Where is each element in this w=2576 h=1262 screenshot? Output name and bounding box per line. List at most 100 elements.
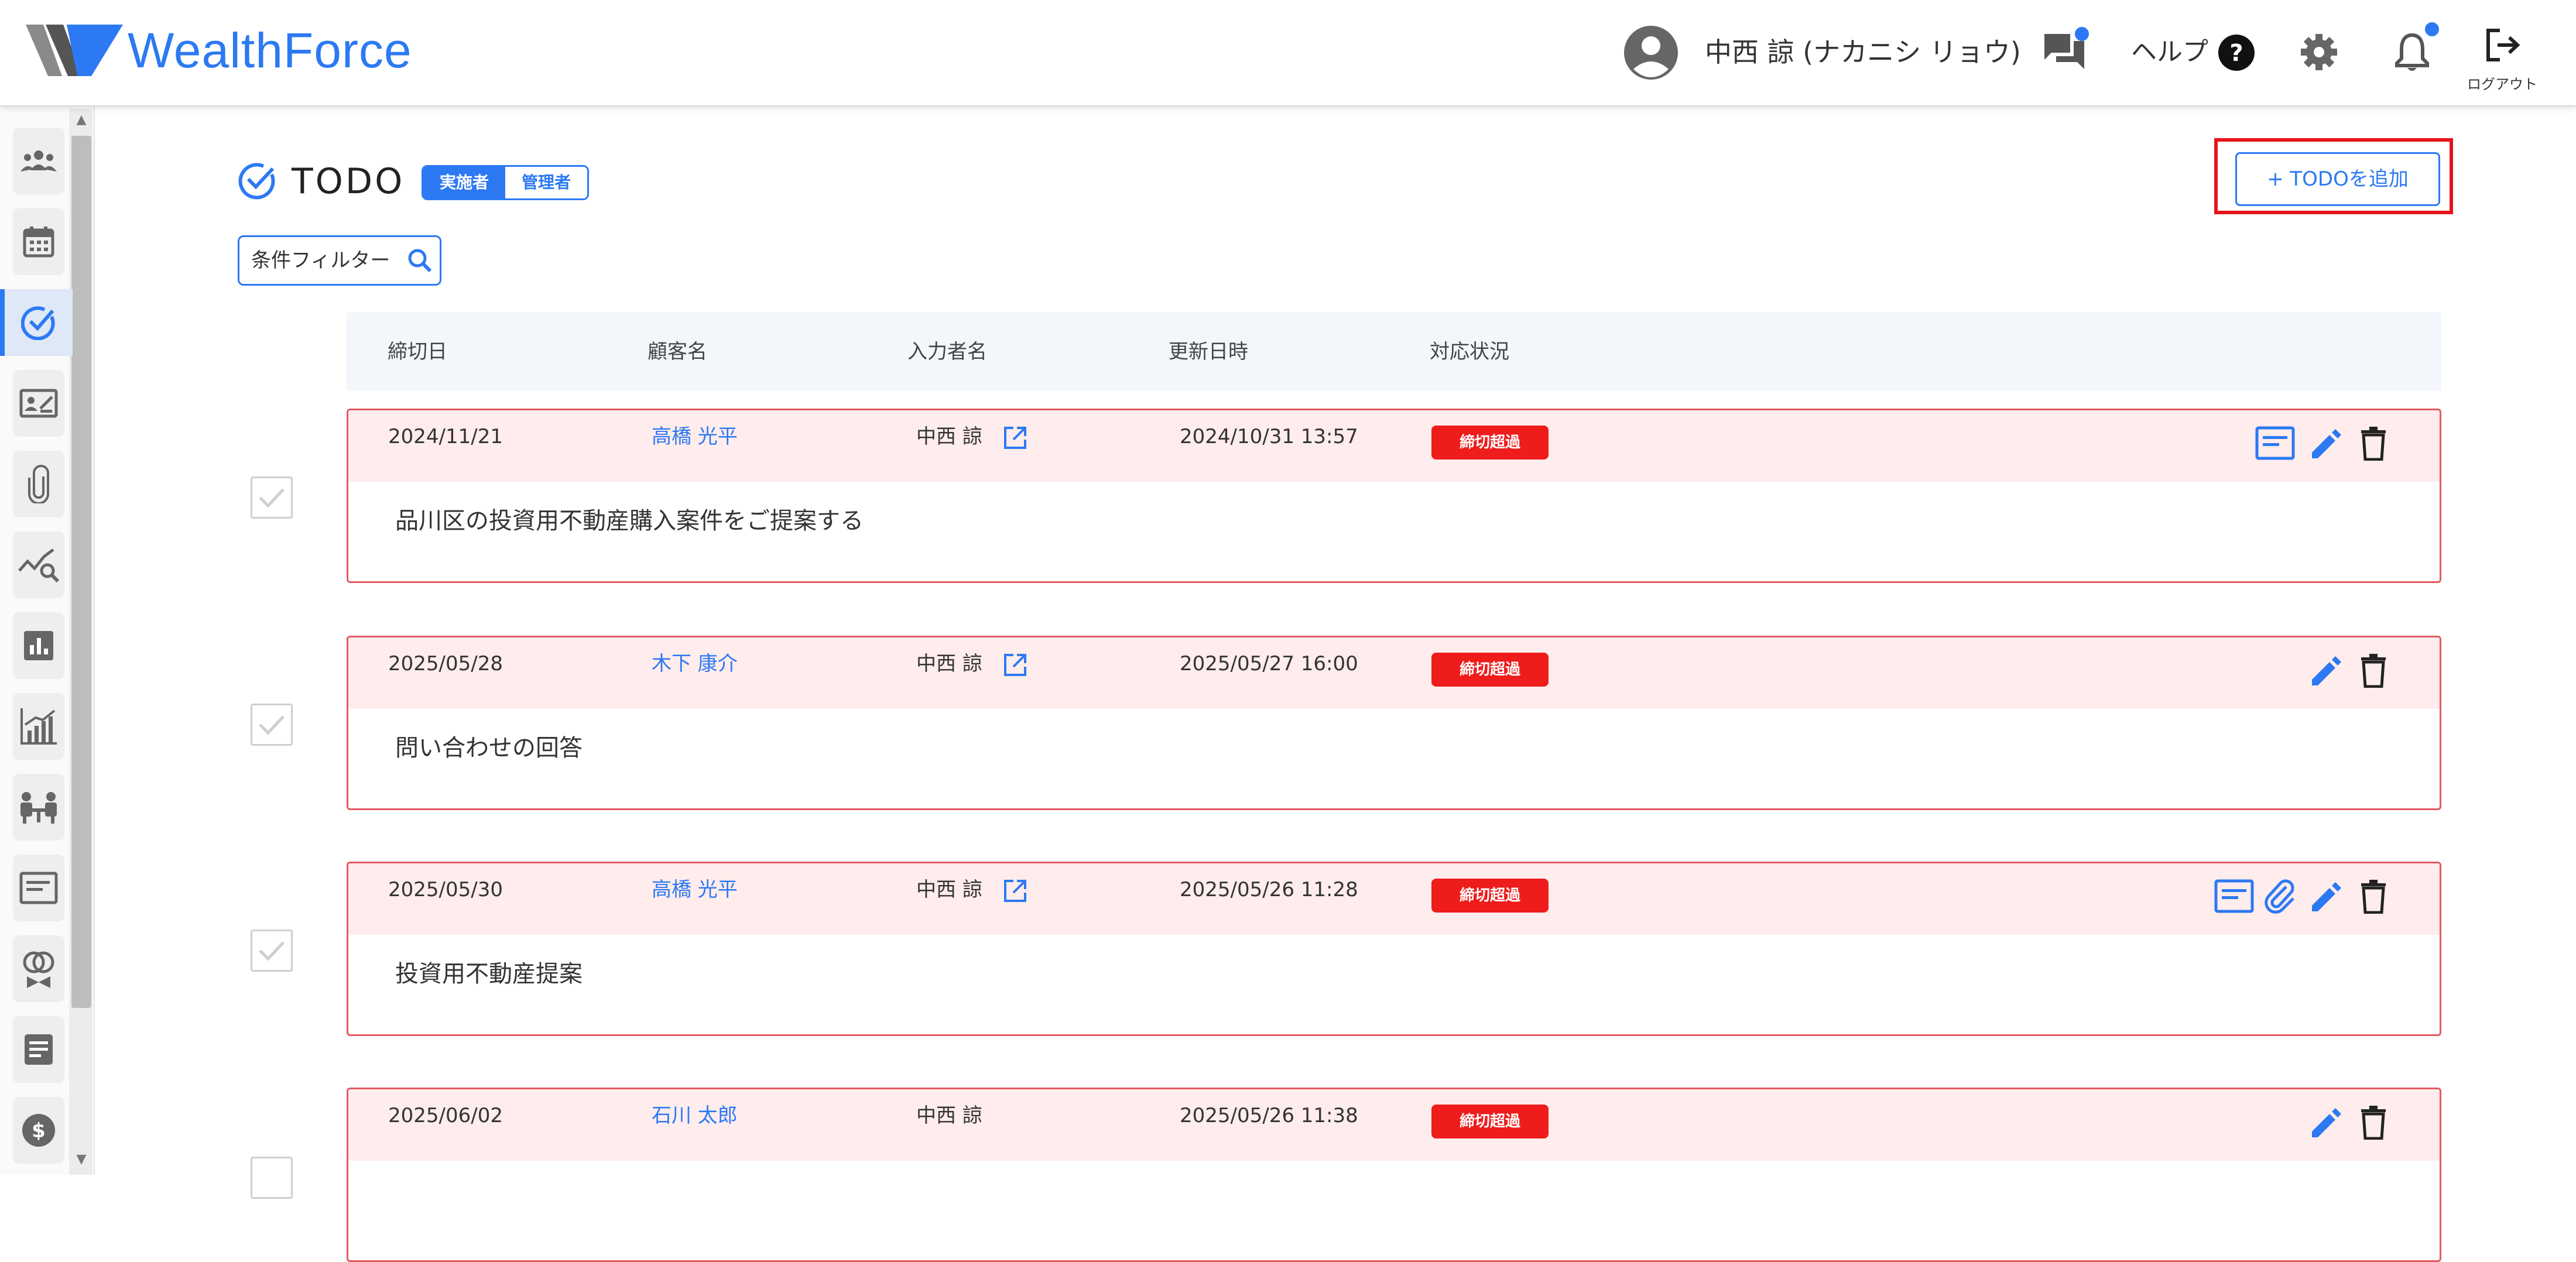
edit-pencil-icon[interactable] <box>2307 879 2342 914</box>
external-link-icon[interactable] <box>1003 879 1027 903</box>
wealthforce-logo-icon[interactable] <box>26 22 123 78</box>
sidebar-item-attachments[interactable] <box>13 451 64 517</box>
delete-trash-icon[interactable] <box>2358 426 2389 461</box>
entered-by: 中西 諒 <box>916 878 982 901</box>
edit-pencil-icon[interactable] <box>2307 1105 2342 1140</box>
sidebar-item-notes[interactable] <box>13 1016 64 1083</box>
sidebar-item-insurance[interactable] <box>13 935 64 1002</box>
external-link-icon[interactable] <box>1003 426 1027 450</box>
delete-trash-icon[interactable] <box>2358 879 2389 914</box>
due-date: 2025/05/28 <box>388 652 503 675</box>
table-header: 締切日 顧客名 入力者名 更新日時 対応状況 <box>347 313 2441 391</box>
column-due-date[interactable]: 締切日 <box>388 313 447 391</box>
todo-card[interactable]: 2025/06/02 石川 太郎 中西 諒 2025/05/26 11:38 締… <box>347 1088 2441 1262</box>
todo-card[interactable]: 2025/05/30 高橋 光平 中西 諒 2025/05/26 11:28 締… <box>347 862 2441 1036</box>
customer-link[interactable]: 木下 康介 <box>652 637 738 690</box>
check-icon <box>259 488 285 508</box>
sidebar-item-meetings[interactable] <box>13 774 64 841</box>
check-icon <box>259 715 285 735</box>
column-customer[interactable]: 顧客名 <box>648 313 707 391</box>
memo-icon[interactable] <box>2214 879 2255 914</box>
help-label[interactable]: ヘルプ <box>2131 32 2208 73</box>
growth-chart-icon <box>20 708 57 745</box>
status-badge: 締切超過 <box>1431 1105 1549 1138</box>
memo-icon[interactable] <box>2255 426 2296 461</box>
customer-link[interactable]: 石川 太郎 <box>652 1089 738 1142</box>
condition-filter-button[interactable]: 条件フィルター <box>238 235 441 286</box>
gear-icon[interactable] <box>2300 33 2338 71</box>
sidebar-item-documents[interactable] <box>13 855 64 921</box>
user-name[interactable]: 中西 諒 (ナカニシ リョウ) <box>1705 32 2021 73</box>
todo-card-header: 2024/11/21 高橋 光平 中西 諒 2024/10/31 13:57 締… <box>348 410 2440 482</box>
sidebar-item-growth[interactable] <box>13 693 64 760</box>
sidebar-item-analysis[interactable] <box>13 531 64 598</box>
todo-complete-checkbox[interactable] <box>251 476 293 519</box>
column-status[interactable]: 対応状況 <box>1430 313 1509 391</box>
help-icon[interactable]: ? <box>2218 34 2255 71</box>
edit-pencil-icon[interactable] <box>2307 653 2342 688</box>
bar-report-icon <box>24 631 53 660</box>
todo-card-header: 2025/05/28 木下 康介 中西 諒 2025/05/27 16:00 締… <box>348 637 2440 709</box>
add-todo-button[interactable]: + TODOを追加 <box>2235 152 2440 206</box>
todo-complete-checkbox[interactable] <box>251 930 293 972</box>
chat-notification-dot <box>2075 27 2089 41</box>
entered-by: 中西 諒 <box>916 425 982 448</box>
todo-complete-checkbox[interactable] <box>251 704 293 746</box>
due-date: 2025/06/02 <box>388 1104 503 1127</box>
entered-by: 中西 諒 <box>916 652 982 675</box>
todo-body: 問い合わせの回答 <box>395 735 583 762</box>
column-updated[interactable]: 更新日時 <box>1169 313 1248 391</box>
todo-card[interactable]: 2025/05/28 木下 康介 中西 諒 2025/05/27 16:00 締… <box>347 636 2441 810</box>
column-entered-by[interactable]: 入力者名 <box>907 313 987 391</box>
meeting-icon <box>20 792 57 824</box>
edit-pencil-icon[interactable] <box>2307 426 2342 461</box>
app-logo-text[interactable]: WealthForce <box>128 21 412 80</box>
external-link-icon[interactable] <box>1003 653 1027 677</box>
sidebar-item-reports[interactable] <box>13 612 64 679</box>
entered-by: 中西 諒 <box>916 1104 982 1127</box>
due-date: 2025/05/30 <box>388 878 503 901</box>
delete-trash-icon[interactable] <box>2358 653 2389 688</box>
notes-icon <box>25 1034 53 1065</box>
role-executor-tab[interactable]: 実施者 <box>423 167 506 198</box>
analysis-search-icon <box>18 548 59 582</box>
customer-link[interactable]: 高橋 光平 <box>652 410 738 463</box>
user-avatar-icon[interactable] <box>1623 25 1679 81</box>
todo-card[interactable]: 2024/11/21 高橋 光平 中西 諒 2024/10/31 13:57 締… <box>347 409 2441 583</box>
delete-trash-icon[interactable] <box>2358 1105 2389 1140</box>
status-badge: 締切超過 <box>1431 653 1549 687</box>
filter-label: 条件フィルター <box>251 249 390 272</box>
todo-card-header: 2025/05/30 高橋 光平 中西 諒 2025/05/26 11:28 締… <box>348 863 2440 935</box>
sidebar-item-todo[interactable] <box>0 289 73 356</box>
sidebar-scroll-thumb[interactable] <box>71 136 91 1008</box>
attachment-paperclip-icon[interactable] <box>2264 879 2297 914</box>
entered-by-cell: 中西 諒 <box>916 863 1027 916</box>
sidebar-item-customers[interactable] <box>13 128 64 194</box>
customer-link[interactable]: 高橋 光平 <box>652 863 738 916</box>
scroll-down-arrow-icon[interactable]: ▼ <box>71 1151 91 1168</box>
todo-complete-checkbox[interactable] <box>251 1157 293 1199</box>
todo-check-icon <box>21 306 55 340</box>
sidebar-item-contacts[interactable] <box>13 370 64 437</box>
todo-card-header: 2025/06/02 石川 太郎 中西 諒 2025/05/26 11:38 締… <box>348 1089 2440 1161</box>
status-badge: 締切超過 <box>1431 879 1549 913</box>
app-header: WealthForce 中西 諒 (ナカニシ リョウ) ヘルプ ? ログアウト <box>0 0 2576 107</box>
check-icon <box>259 941 285 961</box>
calendar-icon <box>23 227 54 258</box>
todo-body: 投資用不動産提案 <box>395 961 583 987</box>
svg-text:?: ? <box>2229 40 2243 67</box>
bell-icon[interactable] <box>2395 32 2430 73</box>
logout-icon[interactable] <box>2485 27 2521 63</box>
role-manager-tab[interactable]: 管理者 <box>505 167 588 198</box>
updated-at: 2025/05/27 16:00 <box>1180 652 1358 675</box>
search-icon <box>407 248 433 273</box>
updated-at: 2024/10/31 13:57 <box>1180 425 1358 448</box>
status-badge: 締切超過 <box>1431 426 1549 459</box>
scroll-up-arrow-icon[interactable]: ▲ <box>71 111 91 129</box>
role-toggle[interactable]: 実施者 管理者 <box>422 165 590 200</box>
logout-label[interactable]: ログアウト <box>2467 73 2537 93</box>
entered-by-cell: 中西 諒 <box>916 637 1027 690</box>
svg-text:$: $ <box>32 1119 46 1143</box>
sidebar-item-finance[interactable]: $ <box>13 1097 64 1164</box>
sidebar-item-calendar[interactable] <box>13 208 64 275</box>
